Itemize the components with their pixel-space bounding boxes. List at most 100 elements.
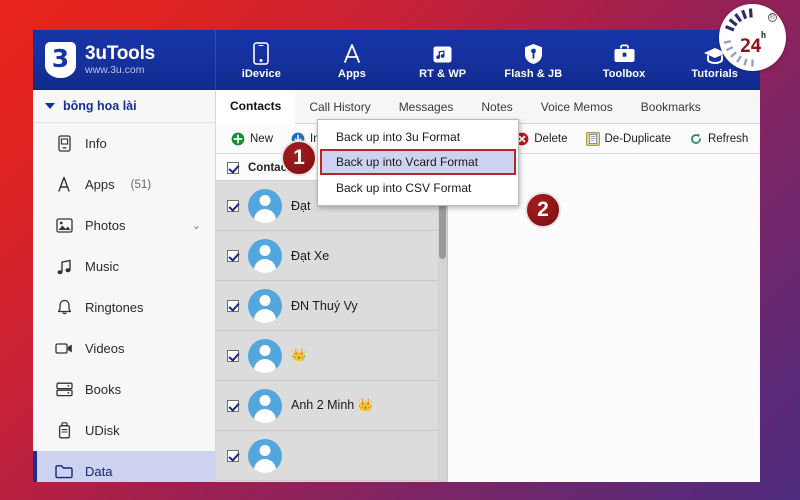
menu-item-backup-3u-format[interactable]: Back up into 3u Format (318, 124, 518, 149)
button-label: New (250, 132, 274, 145)
nav-item-idevice[interactable]: iDevice (216, 30, 307, 90)
watermark-text: 24h (719, 31, 786, 57)
3utools-shield-icon: 3 (45, 42, 76, 78)
nav-label: Flash & JB (504, 67, 563, 80)
nav-item-rt-wp[interactable]: RT & WP (397, 30, 488, 90)
row-checkbox[interactable] (227, 449, 239, 462)
row-checkbox[interactable] (227, 399, 239, 412)
sidebar-item-label: Info (85, 136, 107, 151)
contact-name: 👑 (291, 348, 307, 362)
avatar (248, 388, 282, 423)
music-note-icon (55, 259, 73, 275)
row-checkbox[interactable] (227, 199, 239, 212)
appstore-icon (341, 41, 363, 65)
avatar (248, 188, 282, 223)
chevron-down-icon (45, 103, 55, 109)
sidebar-item-ringtones[interactable]: Ringtones (33, 287, 215, 328)
tab-bookmarks[interactable]: Bookmarks (627, 90, 715, 123)
sidebar-item-label: Apps (85, 177, 115, 192)
table-row[interactable]: Anh 2 Minh 👑 (216, 381, 447, 431)
table-row[interactable]: ĐN Thuý Vy (216, 281, 447, 331)
brand-logo: 3 3uTools www.3u.com (33, 30, 216, 90)
nav-item-apps[interactable]: Apps (307, 30, 398, 90)
watermark-number: 24 (739, 35, 762, 57)
registered-trademark-icon: ® (768, 13, 777, 22)
sidebar-item-count: (51) (130, 178, 152, 191)
phone-icon (253, 41, 270, 65)
device-selector[interactable]: bông hoa lài (33, 90, 215, 123)
avatar (248, 338, 282, 373)
contact-name: Đạt Xe (291, 248, 330, 263)
step-marker-2: 2 (525, 192, 561, 228)
contacts-scrollbar[interactable] (438, 181, 447, 482)
nav-label: RT & WP (419, 67, 467, 80)
sidebar-item-books[interactable]: Books (33, 369, 215, 410)
sidebar-item-label: Books (85, 382, 122, 397)
brand-title: 3uTools (85, 42, 156, 64)
tab-contacts[interactable]: Contacts (216, 90, 296, 124)
nav-item-toolbox[interactable]: Toolbox (579, 30, 670, 90)
sidebar-item-label: UDisk (85, 423, 120, 438)
device-name: bông hoa lài (63, 99, 137, 113)
sidebar-item-music[interactable]: Music (33, 246, 215, 287)
table-row[interactable]: Đạt Xe (216, 231, 447, 281)
books-icon (55, 382, 73, 397)
sidebar-item-photos[interactable]: Photos ⌄ (33, 205, 215, 246)
menu-item-backup-vcard-format[interactable]: Back up into Vcard Format (320, 149, 516, 175)
video-camera-icon (55, 342, 73, 355)
brand-url: www.3u.com (85, 64, 145, 77)
de-duplicate-button[interactable]: De-Duplicate (578, 128, 679, 150)
sidebar-item-apps[interactable]: Apps (51) (33, 164, 215, 205)
ringtone-wallpaper-icon (432, 41, 453, 65)
shield-digit: 3 (51, 44, 70, 73)
row-checkbox[interactable] (227, 249, 239, 262)
avatar (248, 288, 282, 323)
nav-item-flash-jb[interactable]: Flash & JB (488, 30, 579, 90)
sidebar-item-data[interactable]: Data (33, 451, 215, 482)
backup-format-dropdown: Back up into 3u Format Back up into Vcar… (317, 119, 519, 206)
device-info-icon (55, 135, 73, 152)
chevron-down-icon[interactable]: ⌄ (192, 219, 201, 232)
table-row[interactable] (216, 431, 447, 481)
refresh-icon (689, 132, 703, 146)
menu-item-backup-csv-format[interactable]: Back up into CSV Format (318, 175, 518, 200)
refresh-button[interactable]: Refresh (681, 128, 756, 150)
usb-drive-icon (55, 422, 73, 439)
nav-label: iDevice (241, 67, 281, 80)
de-duplicate-icon (585, 131, 600, 146)
top-navigation-bar: 3 3uTools www.3u.com iDevice Apps RT & W… (33, 30, 760, 90)
photo-icon (55, 218, 73, 233)
nav-label: Toolbox (602, 67, 646, 80)
new-button[interactable]: New (223, 128, 281, 150)
table-row[interactable]: 👑 (216, 331, 447, 381)
contact-name: Đạt (291, 198, 311, 213)
row-checkbox[interactable] (227, 299, 239, 312)
sidebar-item-info[interactable]: Info (33, 123, 215, 164)
contact-name: ĐN Thuý Vy (291, 298, 358, 313)
tab-voice-memos[interactable]: Voice Memos (527, 90, 627, 123)
sidebar-item-label: Videos (85, 341, 125, 356)
sidebar-item-udisk[interactable]: UDisk (33, 410, 215, 451)
sidebar: bông hoa lài Info Apps (51) Photos ⌄ Mus… (33, 90, 216, 482)
toolbox-icon (613, 41, 636, 65)
folder-icon (55, 464, 73, 479)
watermark-superscript: h (760, 30, 767, 41)
select-all-checkbox[interactable] (227, 161, 239, 174)
sidebar-item-label: Photos (85, 218, 126, 233)
sidebar-item-videos[interactable]: Videos (33, 328, 215, 369)
24h-watermark-badge: ® 24h (719, 4, 786, 71)
app-body: bông hoa lài Info Apps (51) Photos ⌄ Mus… (33, 90, 760, 482)
sidebar-item-label: Music (85, 259, 119, 274)
avatar (248, 438, 282, 473)
button-label: Delete (534, 132, 568, 145)
avatar (248, 238, 282, 273)
button-label: De-Duplicate (604, 132, 671, 145)
bell-icon (55, 299, 73, 316)
step-marker-1: 1 (281, 140, 317, 176)
row-checkbox[interactable] (227, 349, 239, 362)
button-label: Refresh (707, 132, 749, 145)
appstore-icon (55, 176, 73, 193)
nav-items: iDevice Apps RT & WP Flash & JB Toolbox … (216, 30, 760, 90)
nav-label: Apps (338, 67, 366, 80)
plus-circle-icon (231, 132, 245, 146)
